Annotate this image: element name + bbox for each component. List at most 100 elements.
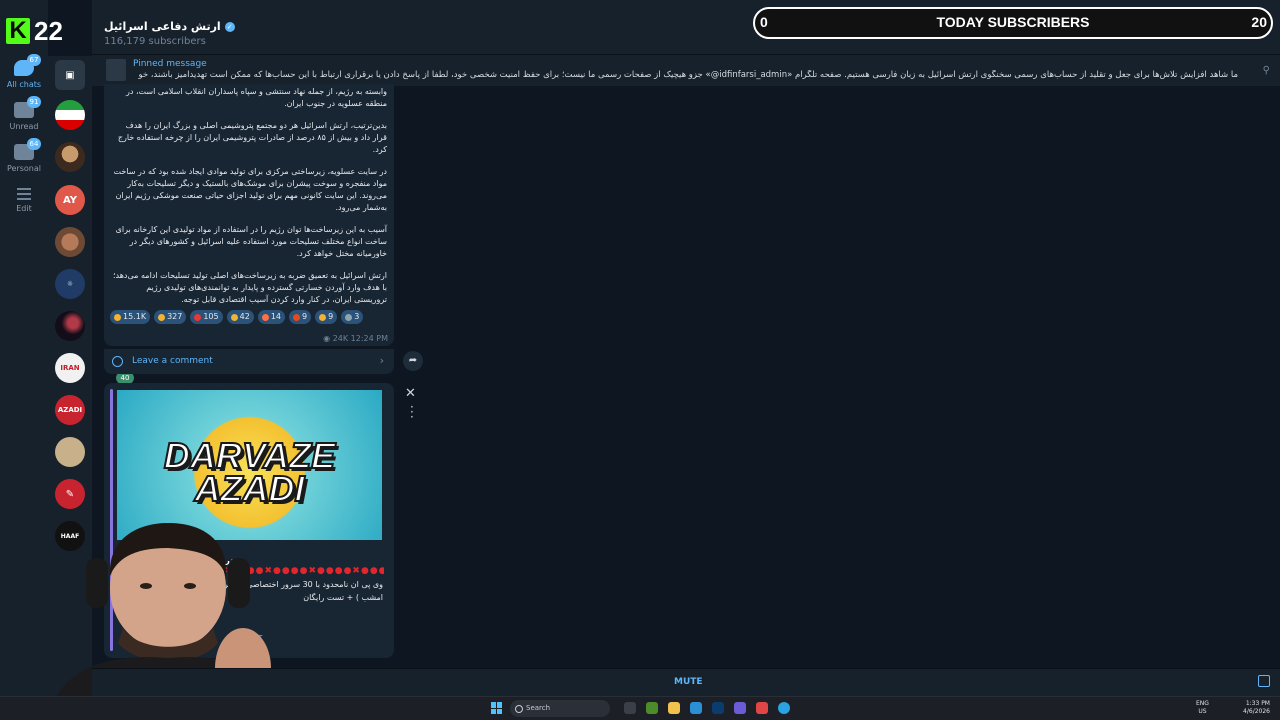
clock-date: 4/6/2026 [1243,708,1270,715]
verified-icon: ✓ [224,21,235,32]
bottom-bar: MUTE [92,668,1280,696]
overlay-right-value: 20 [1251,14,1267,30]
channel-name: ارتش دفاعی اسرائیل [104,20,221,33]
reaction-thumbs-up[interactable]: 42 [226,310,254,324]
calligraphy-icon: ✎ [65,488,75,500]
reaction-count: 42 [239,312,250,321]
chat-avatar-azadi[interactable]: AZADI [55,395,85,425]
post-paragraph: بدین‌ترتیب، ارتش اسرائیل هر دو مجتمع پتر… [117,121,387,154]
store-icon[interactable] [712,702,724,714]
discord-icon[interactable] [734,702,746,714]
leave-comment-button[interactable]: Leave a comment › [104,348,394,374]
pinned-label: Pinned message [133,59,207,69]
task-view-icon[interactable] [624,702,636,714]
post-paragraph: آسیب به این زیرساخت‌ها توان رژیم را در ا… [115,225,387,258]
folder-badge: 91 [27,96,41,108]
channel-post[interactable]: وابسته به رژیم، از جمله نهاد سنتشی و سپا… [104,84,394,346]
app-icon[interactable] [646,702,658,714]
more-options-icon[interactable]: · · · [410,401,414,423]
reaction-heart[interactable]: 105 [190,310,223,324]
angry-face-icon [293,313,300,321]
comment-icon [112,356,123,367]
telegram-window: K 22 67 All chats 91 Unread 64 Personal … [0,0,1280,720]
view-count: 24K [332,334,349,343]
archive-icon: ▣ [65,69,75,81]
windows-taskbar: Search ENG US 1:33 PM 4/6/2026 [0,696,1280,720]
abc-icon [345,313,353,321]
reaction-sad[interactable]: 9 [315,310,338,324]
pinned-text: ما شاهد افزایش تلاش‌ها برای جعل و تقلید … [138,70,1238,80]
subscribers-overlay: 0 TODAY SUBSCRIBERS 20 [753,7,1273,39]
sad-face-icon [319,313,327,321]
post-text: وابسته به رژیم، از جمله نهاد سنتشی و سپا… [112,86,387,316]
share-button[interactable]: ➦ [403,351,423,371]
overlay-title: TODAY SUBSCRIBERS [936,14,1090,30]
avatar-initials: AZADI [57,406,83,414]
comment-label: Leave a comment [132,356,213,366]
news-logo-icon: IRAN [60,364,80,372]
kick-count: 22 [34,15,63,46]
mute-button[interactable]: MUTE [674,677,703,687]
reaction-count: 105 [203,312,219,321]
chat-avatar-map[interactable] [55,437,85,467]
obs-icon[interactable] [756,702,768,714]
taskbar-search[interactable]: Search [510,700,610,717]
reaction-fire[interactable]: 14 [257,310,285,324]
chat-avatar-iran-flag[interactable] [55,100,85,130]
edge-icon[interactable] [690,702,702,714]
folder-badge: 64 [27,138,41,150]
streamer-eye [140,583,152,589]
reaction-abc[interactable]: 3 [341,310,364,324]
reaction-thumbs-down[interactable]: 15.1K [110,310,151,324]
reactions: 15.1K 327 105 42 14 9 9 3 [110,310,390,324]
reaction-count: 327 [167,312,183,321]
gift-icon[interactable] [1258,675,1270,687]
folder-unread[interactable]: 91 Unread [0,96,48,142]
pinned-message-bar[interactable]: Pinned message ما شاهد افزایش تلاش‌ها بر… [92,54,1280,86]
thumbs-up-icon [230,313,238,321]
reaction-count: 9 [302,312,308,321]
folder-label: Personal [6,164,41,173]
folder-all-chats[interactable]: 67 All chats [0,54,48,100]
kick-icon: K [6,18,30,44]
clock-time: 1:33 PM [1245,700,1270,707]
subscriber-count: 116,179 subscribers [104,36,206,47]
file-explorer-icon[interactable] [668,702,680,714]
reaction-count: 9 [328,312,334,321]
post-paragraph: ارتش اسرائیل به تعمیق ضربه به زیرساخت‌ها… [112,271,387,304]
reaction-count: 14 [270,312,281,321]
reaction-angry[interactable]: 9 [289,310,312,324]
saved-messages-avatar[interactable]: ▣ [55,60,85,90]
post-meta: ◉ 24K 12:24 PM [323,334,388,343]
reaction-clap[interactable]: 327 [154,310,187,324]
telegram-icon[interactable] [778,702,790,714]
streamer-eye [184,583,196,589]
folder-label: Unread [9,122,39,131]
lang-code: ENG [1196,700,1209,707]
windows-start-icon[interactable] [491,702,503,714]
clock[interactable]: 1:33 PM 4/6/2026 [1243,700,1270,716]
fire-icon [261,313,269,321]
post-paragraph: در سایت عسلویه، زیرساختی مرکزی برای تولی… [113,167,387,212]
folder-label: Edit [16,204,32,213]
region-code: US [1198,708,1207,715]
language-indicator[interactable]: ENG US [1196,700,1209,716]
close-icon[interactable]: ✕ [405,386,416,401]
chat-avatar-iran-news[interactable]: IRAN [55,353,85,383]
chat-avatar-person[interactable] [55,142,85,172]
chat-avatar-dark[interactable] [55,311,85,341]
heart-icon [194,313,202,321]
folder-edit[interactable]: Edit [0,188,48,228]
folder-badge: 67 [27,54,41,66]
chat-avatar-ay[interactable]: AY [55,185,85,215]
headphones-right [228,558,250,608]
sliders-icon [17,188,31,200]
chat-avatar-monkey[interactable] [55,227,85,257]
pin-icon[interactable]: ⚲ [1263,65,1270,76]
chat-avatar-red[interactable]: ✎ [55,479,85,509]
chat-avatar-idf-farsi[interactable]: ☼ [55,269,85,299]
post-paragraph: وابسته به رژیم، از جمله نهاد سنتشی و سپا… [125,87,387,108]
chevron-right-icon: › [379,354,384,367]
folder-personal[interactable]: 64 Personal [0,138,48,184]
thumbs-down-icon [114,313,121,321]
